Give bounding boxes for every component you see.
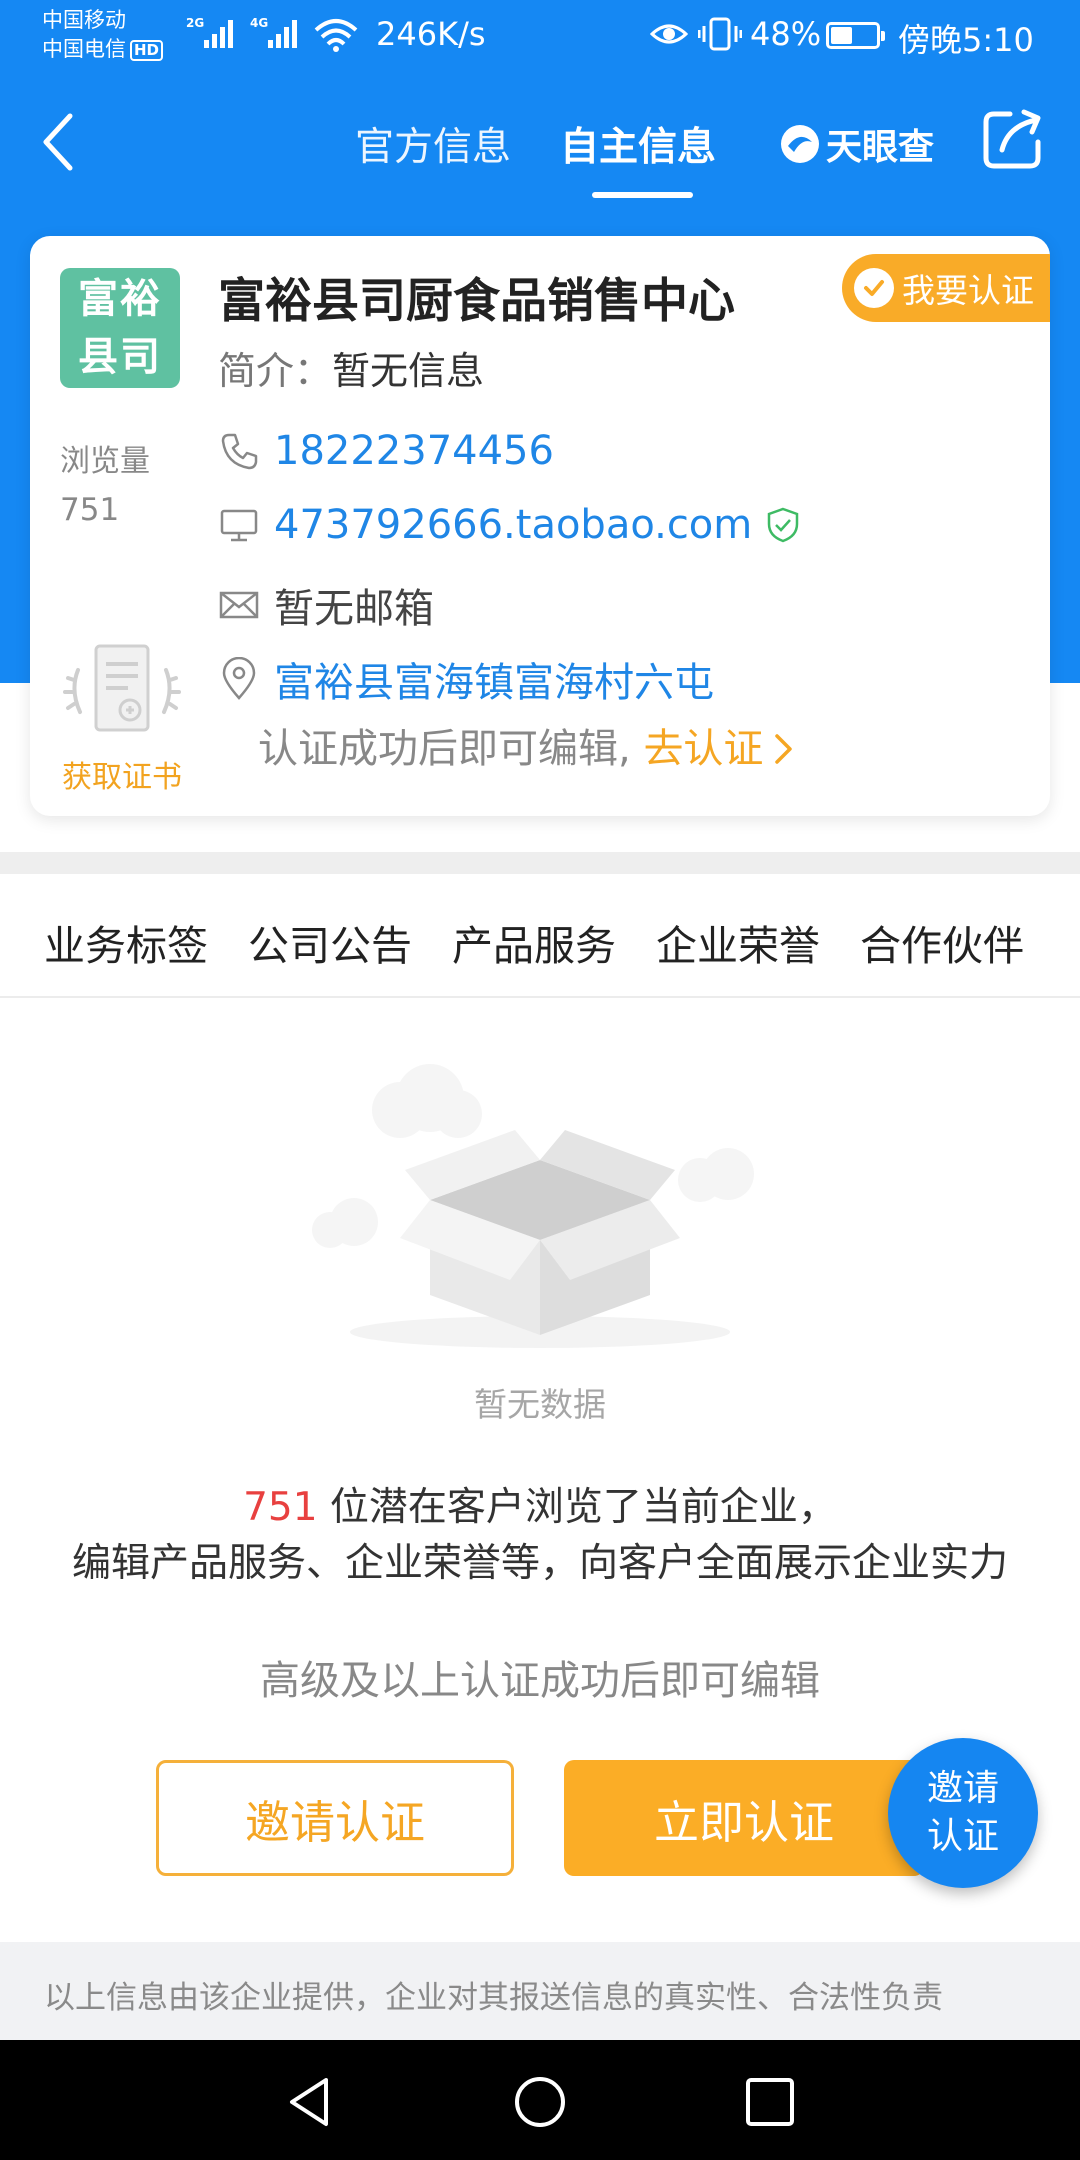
verified-check-icon [854,268,894,308]
battery-fill [831,27,853,44]
tabs-underline [0,996,1080,998]
nav-recents-icon[interactable] [742,2074,798,2130]
certificate-label: 获取证书 [62,760,182,795]
views-label: 浏览量 [60,444,150,479]
location-pin-icon [218,657,260,700]
carrier-2: 中国电信 [42,37,126,61]
brand-mark-icon [781,125,819,163]
intro-value: 暂无信息 [332,349,485,393]
invite-verify-fab[interactable]: 邀请 认证 [888,1738,1038,1888]
net-type-2: 4G [250,16,268,30]
computer-icon [218,504,260,546]
get-certificate-button[interactable]: 获取证书 [56,640,188,796]
section-tab-1[interactable]: 公司公告 [248,912,412,972]
brand-name: 天眼查 [826,127,935,168]
verify-badge-button[interactable]: 我要认证 [842,254,1050,322]
promo-line-1: 751 位潜在客户浏览了当前企业， [0,1476,1080,1532]
system-nav-bar [0,2040,1080,2160]
hd-badge: HD [130,40,164,61]
nav-back-icon[interactable] [282,2074,338,2130]
invite-verify-button[interactable]: 邀请认证 [156,1760,514,1876]
company-logo: 富裕 县司 [60,268,180,388]
logo-line-1: 富裕 [78,276,162,322]
section-tab-3[interactable]: 企业荣誉 [656,912,820,972]
company-intro: 简介：暂无信息 [218,340,484,395]
phone-row[interactable]: 18222374456 [218,428,554,474]
network-speed: 246K/s [376,15,486,53]
section-tabs: 业务标签 公司公告 产品服务 企业荣誉 合作伙伴 [44,912,1024,972]
fab-line-1: 邀请 [926,1768,999,1809]
company-card: 富裕 县司 富裕县司厨食品销售中心 我要认证 简介：暂无信息 浏览量 751 1… [30,236,1050,816]
section-tab-0[interactable]: 业务标签 [44,912,208,972]
promo-line-1-text: 位潜在客户浏览了当前企业， [317,1485,837,1530]
back-arrow-icon[interactable] [38,110,78,174]
disclaimer-text: 以上信息由该企业提供，企业对其报送信息的真实性、合法性负责 [44,1980,943,2016]
tab-official-info[interactable]: 官方信息 [355,116,511,172]
carrier-info: 中国移动 中国电信 HD [42,6,164,64]
visitor-count: 751 [243,1485,318,1530]
empty-state-text: 暂无数据 [474,1385,606,1424]
logo-line-2: 县司 [78,334,162,380]
active-tab-indicator [592,192,693,198]
battery-icon [826,22,885,49]
phone-number[interactable]: 18222374456 [274,428,554,474]
disclaimer-footer: 以上信息由该企业提供，企业对其报送信息的真实性、合法性负责 [0,1942,1080,2040]
address-row[interactable]: 富裕县富海镇富海村六屯 [218,650,714,708]
advanced-verify-note: 高级及以上认证成功后即可编辑 [260,1658,820,1704]
battery-percent: 48% [750,15,822,53]
edit-note-text: 认证成功后即可编辑, [258,726,631,772]
email-value: 暂无邮箱 [274,586,434,632]
nav-home-icon[interactable] [512,2074,568,2130]
eye-comfort-icon [650,24,688,44]
views-count: 751 [60,492,120,528]
section-tab-2[interactable]: 产品服务 [452,912,616,972]
vibrate-icon [698,17,742,51]
verify-badge-label: 我要认证 [902,271,1034,310]
phone-icon [218,430,260,472]
chevron-right-icon [775,734,793,764]
address-value[interactable]: 富裕县富海镇富海村六屯 [274,650,714,708]
go-verify-label: 去认证 [643,726,764,772]
verified-shield-icon [766,507,800,543]
wifi-icon [314,19,358,52]
brand-logo: 天眼查 [778,118,934,170]
company-name: 富裕县司厨食品销售中心 [218,274,735,329]
clock: 傍晚5:10 [898,21,1034,59]
section-tab-4[interactable]: 合作伙伴 [860,912,1024,972]
net-type-1: 2G [186,16,204,30]
intro-label: 简介： [218,349,333,393]
certificate-icon [63,644,181,732]
fab-line-2: 认证 [926,1816,999,1857]
carrier-1: 中国移动 [42,8,126,32]
edit-note: 认证成功后即可编辑, 去认证 [258,716,795,774]
section-divider [0,852,1080,874]
signal-icon: 2G [186,16,233,48]
verify-now-button[interactable]: 立即认证 [564,1760,924,1876]
share-icon[interactable] [980,106,1046,172]
signal-icon-2: 4G [250,16,297,48]
website-row[interactable]: 473792666.taobao.com [218,502,800,548]
email-row: 暂无邮箱 [218,576,434,634]
go-verify-link[interactable]: 去认证 [643,726,795,772]
empty-box-illustration [312,1064,754,1348]
status-bar: 中国移动 中国电信 HD 2G 4G 246K/s 48% 傍晚5:10 [0,0,1080,76]
promo-line-2: 编辑产品服务、企业荣誉等，向客户全面展示企业实力 [71,1541,1008,1586]
tab-self-info[interactable]: 自主信息 [560,116,716,172]
website-link[interactable]: 473792666.taobao.com [274,502,752,548]
mail-icon [218,584,260,626]
